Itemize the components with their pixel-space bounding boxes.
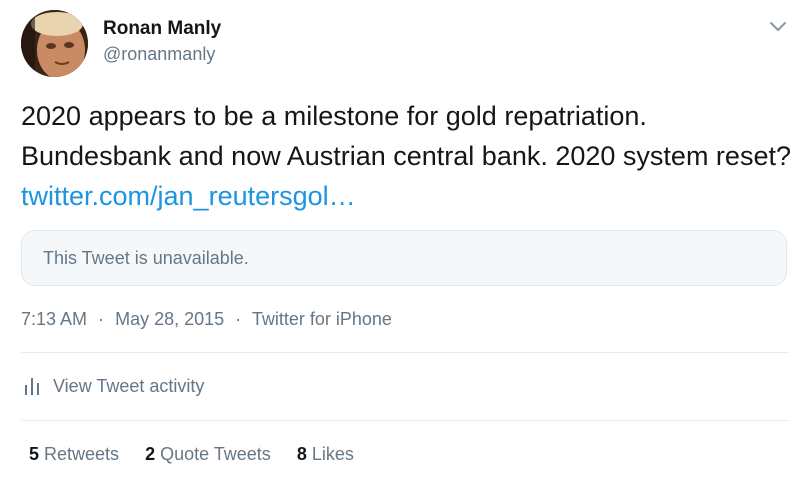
bar-chart-icon xyxy=(25,378,39,395)
retweets-count: 5 xyxy=(29,444,40,464)
tweet-date[interactable]: May 28, 2015 xyxy=(115,309,224,329)
tweet-meta: 7:13 AM · May 28, 2015 · Twitter for iPh… xyxy=(21,309,392,330)
view-tweet-activity-button[interactable]: View Tweet activity xyxy=(23,375,204,397)
display-name[interactable]: Ronan Manly xyxy=(103,17,221,41)
tweet-card: Ronan Manly @ronanmanly 2020 appears to … xyxy=(0,0,809,485)
chevron-down-icon[interactable] xyxy=(767,16,789,38)
avatar[interactable] xyxy=(21,10,88,77)
meta-separator: · xyxy=(235,309,242,329)
quote-tweets-label: Quote Tweets xyxy=(160,444,271,464)
meta-separator: · xyxy=(98,309,105,329)
divider xyxy=(21,420,789,421)
quoted-tweet-unavailable-text: This Tweet is unavailable. xyxy=(43,248,249,268)
tweet-text: 2020 appears to be a milestone for gold … xyxy=(21,96,791,216)
quoted-tweet[interactable]: This Tweet is unavailable. xyxy=(21,230,787,286)
quote-tweets-count: 2 xyxy=(145,444,156,464)
retweets-label: Retweets xyxy=(44,444,120,464)
likes-count: 8 xyxy=(296,444,307,464)
view-tweet-activity-label: View Tweet activity xyxy=(53,375,205,396)
tweet-body: 2020 appears to be a milestone for gold … xyxy=(21,101,791,171)
tweet-link[interactable]: twitter.com/jan_reutersgol… xyxy=(21,181,356,211)
tweet-time[interactable]: 7:13 AM xyxy=(21,309,87,329)
likes-label: Likes xyxy=(311,444,354,464)
retweets-stat[interactable]: 5 Retweets xyxy=(29,444,119,465)
likes-stat[interactable]: 8 Likes xyxy=(297,444,354,465)
avatar-image xyxy=(21,10,88,77)
divider xyxy=(21,352,789,353)
tweet-stats: 5 Retweets 2 Quote Tweets 8 Likes xyxy=(29,444,380,465)
quote-tweets-stat[interactable]: 2 Quote Tweets xyxy=(145,444,271,465)
tweet-source[interactable]: Twitter for iPhone xyxy=(252,309,392,329)
user-handle[interactable]: @ronanmanly xyxy=(103,42,221,66)
author-info: Ronan Manly @ronanmanly xyxy=(103,17,221,66)
